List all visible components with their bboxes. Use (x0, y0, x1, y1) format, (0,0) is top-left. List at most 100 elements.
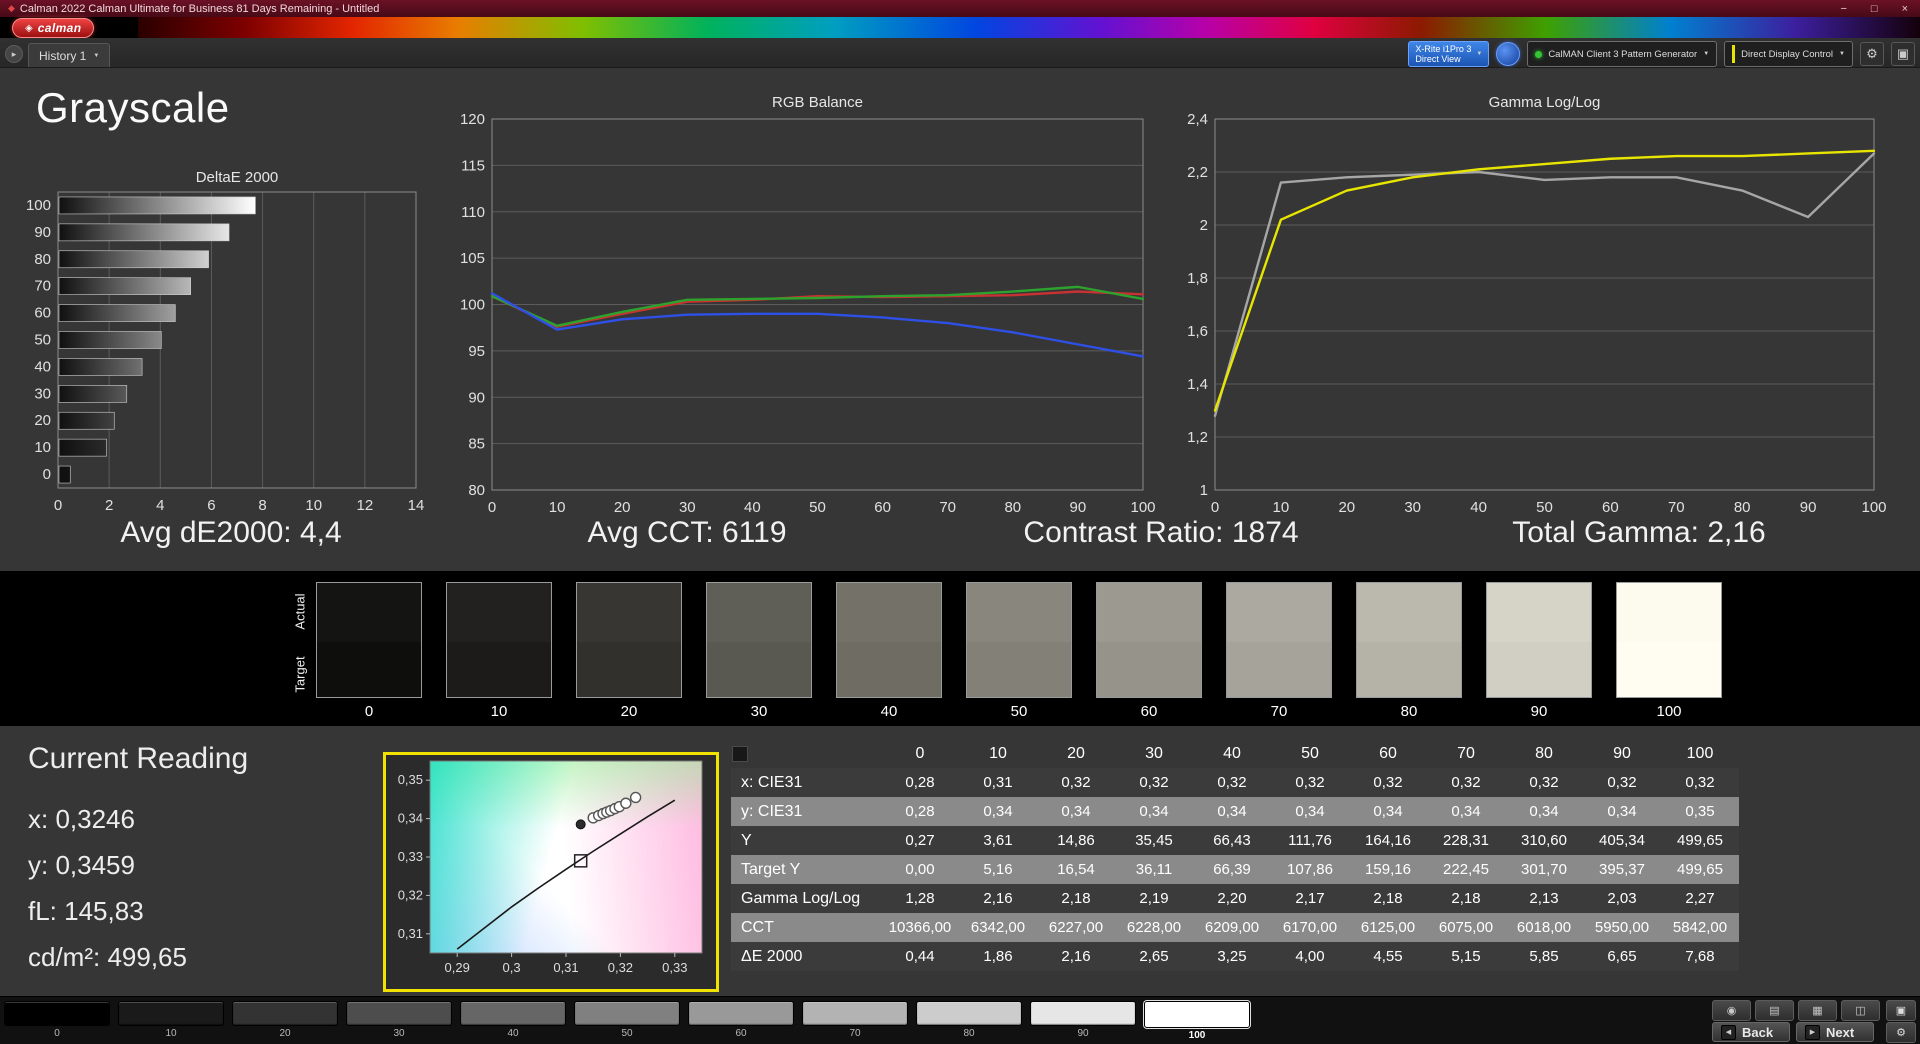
meter-status-icon[interactable] (1496, 42, 1521, 66)
logo-row: ◈ calman (0, 17, 1920, 38)
display-control-label: Direct Display Control (1741, 48, 1834, 60)
reading-cdm2: cd/m²: 499,65 (28, 942, 187, 972)
svg-text:0,33: 0,33 (398, 849, 423, 864)
maximize-button[interactable]: □ (1871, 3, 1878, 15)
svg-text:1,4: 1,4 (1187, 376, 1208, 393)
pattern-button-60[interactable]: 60 (688, 1001, 794, 1041)
pattern-button-70[interactable]: 70 (802, 1001, 908, 1041)
svg-text:0,31: 0,31 (398, 926, 423, 941)
gray-swatch-0: 0 (316, 582, 422, 720)
svg-text:85: 85 (468, 436, 485, 453)
svg-text:1,2: 1,2 (1187, 429, 1208, 446)
deltae-bar-chart: DeltaE 20000 2 4 6 8 10 12 14100908070605040302… (26, 169, 424, 514)
table-row: Gamma Log/Log 1,28 2,16 2,18 2,19 2,20 2,17 2,1… (731, 884, 1739, 913)
svg-text:70: 70 (939, 499, 956, 516)
svg-text:2: 2 (1200, 217, 1208, 234)
pattern-button-30[interactable]: 30 (346, 1001, 452, 1041)
table-col-header-10: 10 (989, 745, 1007, 762)
layout-button[interactable]: ◫ (1841, 1000, 1880, 1021)
svg-text:0,3: 0,3 (503, 960, 521, 975)
history-tab-label: History 1 (39, 48, 87, 63)
next-button[interactable]: ▶ Next (1796, 1022, 1874, 1042)
svg-text:90: 90 (34, 224, 51, 241)
workspace-button[interactable]: ▣ (1891, 42, 1915, 66)
svg-text:80: 80 (468, 482, 485, 499)
svg-text:4: 4 (156, 497, 164, 514)
toolbar-right-controls: X-Rite i1Pro 3 Direct View ▼ CalMAN Clie… (1408, 41, 1915, 67)
svg-text:90: 90 (468, 389, 485, 406)
svg-text:50: 50 (1536, 499, 1553, 516)
pattern-button-50[interactable]: 50 (574, 1001, 680, 1041)
svg-text:40: 40 (34, 358, 51, 375)
pattern-button-40[interactable]: 40 (460, 1001, 566, 1041)
svg-text:0,35: 0,35 (398, 772, 423, 787)
svg-text:100: 100 (1130, 499, 1155, 516)
window-icon: ▣ (1895, 1005, 1907, 1017)
svg-text:0,34: 0,34 (398, 811, 423, 826)
pattern-button-80[interactable]: 80 (916, 1001, 1022, 1041)
svg-text:110: 110 (461, 204, 485, 221)
history-nav-button[interactable]: ▸ (5, 45, 23, 63)
table-col-header-30: 30 (1145, 745, 1163, 762)
chevron-down-icon: ▼ (93, 52, 100, 59)
gray-swatch-20: 20 (576, 582, 682, 720)
avg-cct-stat: Avg CCT: 6119 (587, 516, 787, 549)
svg-text:RGB Balance: RGB Balance (772, 94, 863, 111)
actual-label: Actual (292, 593, 308, 630)
footer-bar: 0 10 20 30 40 50 60 70 80 90 100 ◉ ▤ ▦ ◫ ◀ Back ▶ Nex… (0, 996, 1920, 1044)
svg-text:60: 60 (1602, 499, 1619, 516)
swatch-row: 0 10 20 30 40 50 60 70 80 90 100 (316, 582, 1722, 720)
gray-swatch-90: 90 (1486, 582, 1592, 720)
svg-text:100: 100 (460, 297, 485, 314)
svg-text:12: 12 (357, 497, 374, 514)
meter-selector[interactable]: X-Rite i1Pro 3 Direct View ▼ (1408, 41, 1490, 67)
pattern-window-button[interactable]: ▣ (1886, 1000, 1916, 1021)
table-row: y: CIE31 0,28 0,34 0,34 0,34 0,34 0,34 0,34 0,34… (731, 797, 1739, 826)
table-col-header-0: 0 (915, 745, 925, 762)
svg-text:20: 20 (614, 499, 631, 516)
save-button[interactable]: ▦ (1798, 1000, 1837, 1021)
svg-text:20: 20 (1338, 499, 1355, 516)
gray-swatch-10: 10 (446, 582, 552, 720)
tab-history-1[interactable]: History 1 ▼ (28, 43, 111, 67)
back-button[interactable]: ◀ Back (1712, 1022, 1790, 1042)
pattern-button-20[interactable]: 20 (232, 1001, 338, 1041)
pattern-generator-label: CalMAN Client 3 Pattern Generator (1548, 48, 1698, 60)
pattern-button-0[interactable]: 0 (4, 1001, 110, 1041)
minimize-button[interactable]: − (1840, 3, 1846, 15)
capture-button[interactable]: ◉ (1712, 1000, 1751, 1021)
window-title: Calman 2022 Calman Ultimate for Business… (19, 2, 380, 15)
svg-text:50: 50 (809, 499, 826, 516)
reading-y: y: 0,3459 (28, 850, 135, 880)
meter-name: X-Rite i1Pro 3 (1415, 44, 1472, 54)
pattern-button-90[interactable]: 90 (1030, 1001, 1136, 1041)
display-control-selector[interactable]: Direct Display Control ▼ (1724, 41, 1853, 67)
gray-swatch-40: 40 (836, 582, 942, 720)
close-button[interactable]: × (1902, 3, 1908, 15)
cie-chart: 0,29 0,3 0,31 0,32 0,33 0,31 0,32 0,33 0,34 0,35 (398, 760, 703, 975)
pattern-button-100[interactable]: 100 (1144, 1001, 1250, 1041)
footer-settings-button[interactable]: ⚙ (1886, 1022, 1916, 1043)
settings-button[interactable]: ⚙ (1860, 42, 1884, 66)
pattern-generator-selector[interactable]: CalMAN Client 3 Pattern Generator ▼ (1527, 41, 1718, 67)
chevron-right-icon: ▸ (11, 48, 17, 59)
gray-swatch-50: 50 (966, 582, 1072, 720)
table-col-header-90: 90 (1613, 745, 1631, 762)
svg-text:20: 20 (34, 412, 51, 429)
calman-logo[interactable]: ◈ calman (12, 18, 95, 38)
svg-text:50: 50 (34, 332, 51, 349)
app-logo-icon: ◆ (8, 3, 15, 13)
tab-bar: ▸ History 1 ▼ X-Rite i1Pro 3 Direct View… (0, 38, 1920, 68)
chevron-down-icon: ▼ (1839, 51, 1845, 57)
next-label: Next (1826, 1024, 1855, 1040)
svg-text:10: 10 (1273, 499, 1290, 516)
svg-text:70: 70 (1668, 499, 1685, 516)
spectrum-strip (138, 17, 1920, 38)
pattern-button-10[interactable]: 10 (118, 1001, 224, 1041)
svg-text:1,6: 1,6 (1187, 323, 1208, 340)
table-col-header-40: 40 (1223, 745, 1241, 762)
svg-text:30: 30 (1404, 499, 1421, 516)
report-button[interactable]: ▤ (1755, 1000, 1794, 1021)
reading-fl: fL: 145,83 (28, 896, 144, 926)
svg-text:40: 40 (744, 499, 761, 516)
